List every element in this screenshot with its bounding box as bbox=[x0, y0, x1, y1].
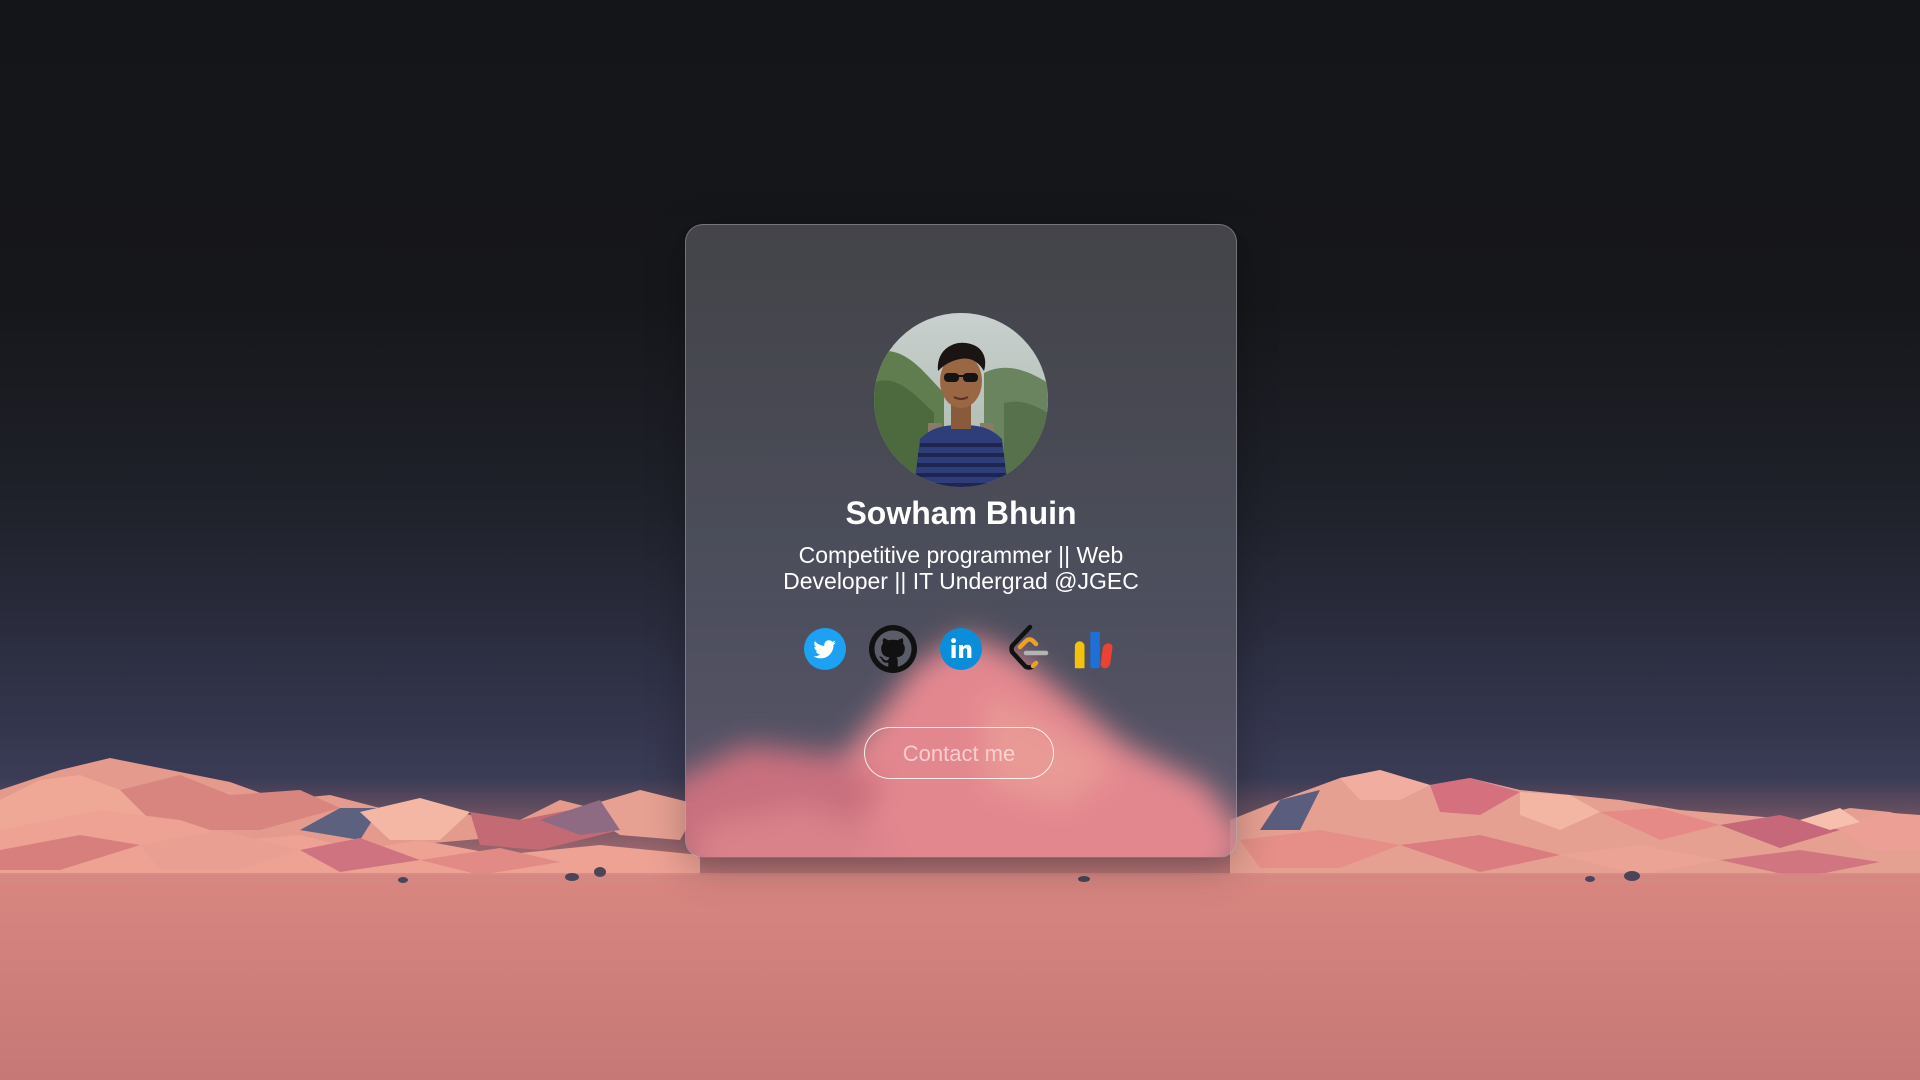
twitter-icon bbox=[804, 628, 846, 670]
social-links bbox=[686, 621, 1236, 677]
profile-card: Sowham Bhuin Competitive programmer || W… bbox=[685, 224, 1237, 858]
contact-me-button[interactable]: Contact me bbox=[864, 727, 1054, 779]
profile-bio: Competitive programmer || Web Developer … bbox=[783, 542, 1139, 594]
leetcode-link[interactable] bbox=[1004, 624, 1054, 674]
linkedin-icon bbox=[940, 628, 982, 670]
bar-chart-icon bbox=[1074, 631, 1113, 669]
avatar bbox=[874, 313, 1048, 487]
profile-name: Sowham Bhuin bbox=[845, 495, 1077, 531]
leetcode-icon bbox=[1009, 624, 1049, 670]
github-link[interactable] bbox=[868, 624, 918, 674]
stats-link[interactable] bbox=[1072, 624, 1122, 674]
github-icon bbox=[869, 625, 917, 673]
linkedin-link[interactable] bbox=[936, 624, 986, 674]
twitter-link[interactable] bbox=[800, 624, 850, 674]
background-scene: Sowham Bhuin Competitive programmer || W… bbox=[0, 0, 1920, 1080]
profile-photo bbox=[874, 313, 1048, 487]
